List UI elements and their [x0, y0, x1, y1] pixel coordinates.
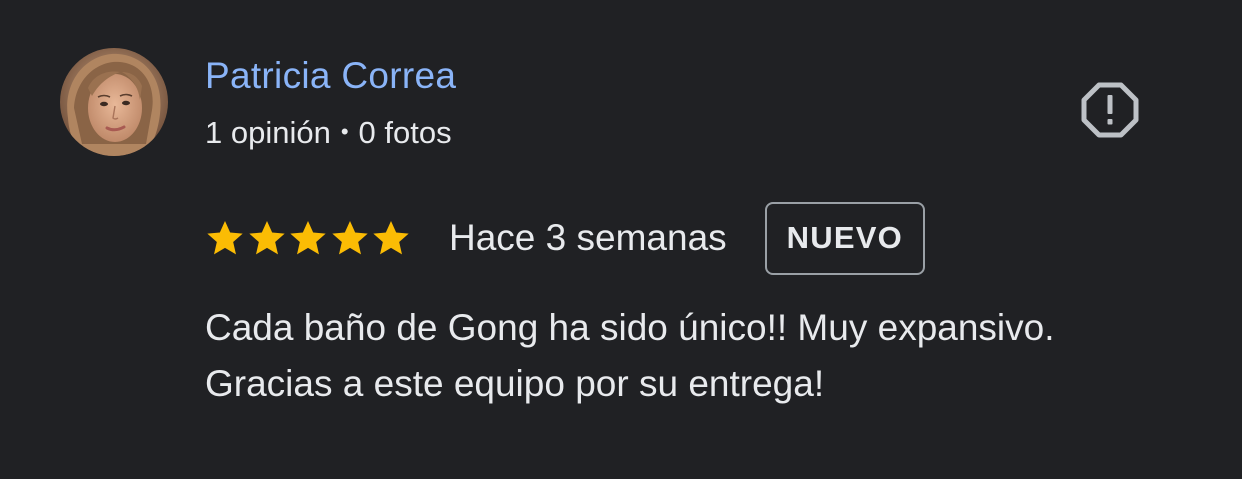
author-stats: 1 opinión • 0 fotos: [205, 112, 452, 153]
author-photo-count: 0 fotos: [358, 115, 452, 150]
star-icon: [207, 221, 243, 255]
author-avatar[interactable]: [60, 48, 168, 156]
star-icon: [290, 221, 326, 255]
review-text-line: Gracias a este equipo por su entrega!: [205, 363, 825, 404]
avatar-photo: [60, 48, 168, 156]
new-badge: NUEVO: [764, 201, 925, 275]
star-icon: [248, 221, 285, 255]
star-icon: [331, 221, 368, 255]
review-text-line: Cada baño de Gong ha sido único!! Muy ex…: [205, 307, 1055, 348]
star-rating: [205, 218, 413, 258]
author-name[interactable]: Patricia Correa: [205, 54, 456, 98]
report-octagon-icon: [1081, 82, 1139, 138]
star-icon: [373, 221, 409, 255]
review-text: Cada baño de Gong ha sido único!! Muy ex…: [205, 300, 1215, 412]
author-review-count: 1 opinión: [205, 115, 331, 150]
meta-separator: •: [340, 119, 349, 144]
report-review-button[interactable]: [1078, 78, 1142, 142]
review-card: Patricia Correa 1 opinión • 0 fotos Hace 3…: [0, 0, 1242, 479]
rating-row: Hace 3 semanas NUEVO: [205, 200, 925, 276]
review-time: Hace 3 semanas: [449, 217, 727, 258]
